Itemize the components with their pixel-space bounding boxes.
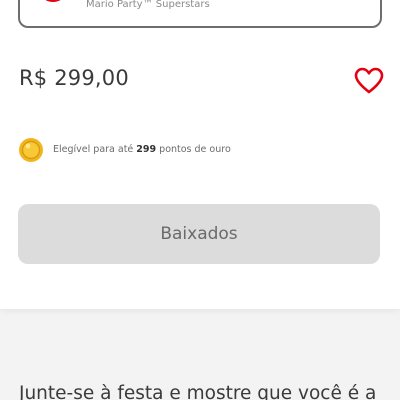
- gold-coin-icon: [19, 138, 43, 162]
- edition-selector[interactable]: Mario Party™ Superstars: [18, 0, 382, 28]
- edition-name: Mario Party™ Superstars: [86, 0, 210, 10]
- product-purchase-card: Mario Party™ Superstars R$ 299,00 Elegív…: [0, 0, 400, 309]
- heart-icon[interactable]: [354, 67, 384, 95]
- points-value: 299: [136, 144, 157, 155]
- downloaded-button[interactable]: Baixados: [18, 204, 380, 264]
- points-text-before: Elegível para até: [53, 144, 137, 155]
- points-text-after: pontos de ouro: [156, 144, 231, 155]
- selected-radio-icon: [38, 0, 68, 2]
- price-label: R$ 299,00: [19, 66, 129, 90]
- description-heading: Junte-se à festa e mostre que você é a: [19, 383, 377, 400]
- gold-points-info: Elegível para até 299 pontos de ouro: [53, 144, 231, 155]
